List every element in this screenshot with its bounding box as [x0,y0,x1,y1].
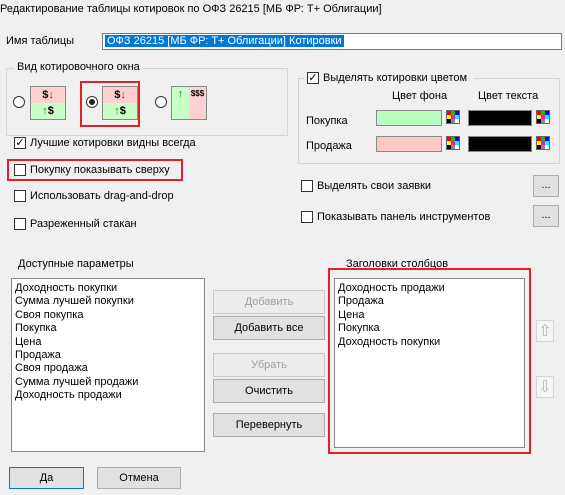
color-highlight-checkbox[interactable]: ✓ [307,72,319,84]
list-item[interactable]: Доходность продажи [338,282,521,295]
view-icon-side[interactable]: ↑ $$$ [171,86,207,120]
buy-text-palette-icon[interactable] [536,110,550,124]
sell-bg-palette-icon[interactable] [446,136,460,150]
buy-bg-palette-icon[interactable] [446,110,460,124]
table-name-input[interactable]: ОФЗ 26215 [МБ ФР: Т+ Облигации] Котировк… [102,33,562,50]
sell-bg-swatch[interactable] [376,136,442,152]
list-item[interactable]: Покупка [15,322,201,335]
list-item[interactable]: Покупка [338,322,521,335]
list-item[interactable]: Своя покупка [15,309,201,322]
best-quotes-checkbox[interactable]: ✓ [14,137,26,149]
view-icon-buy-top[interactable]: $↓ ↑$ [102,86,138,120]
show-toolbar-checkbox[interactable] [301,211,313,223]
add-button[interactable]: Добавить [213,290,325,314]
show-toolbar-label: Показывать панель инструментов [317,211,491,223]
row-sell-label: Продажа [306,140,352,152]
highlight-own-settings-button[interactable]: ... [533,175,559,197]
toolbar-settings-button[interactable]: ... [533,205,559,227]
color-group-title: Выделять котировки цветом [323,72,468,84]
highlight-own-checkbox[interactable] [301,180,313,192]
bg-color-header: Цвет фона [392,90,448,102]
list-item[interactable]: Цена [338,309,521,322]
row-buy-label: Покупка [306,115,348,127]
move-down-arrow-icon[interactable]: ⇩ [536,376,554,398]
buy-on-top-label: Покупку показывать сверху [30,164,170,176]
sparse-book-checkbox[interactable] [14,218,26,230]
reverse-button[interactable]: Перевернуть [213,413,325,437]
available-title: Доступные параметры [18,258,134,270]
list-item[interactable]: Цена [15,336,201,349]
view-icon-standard[interactable]: $↓ ↑$ [30,86,66,120]
window-title: Редактирование таблицы котировок по ОФЗ … [0,3,382,15]
available-list[interactable]: Доходность покупки Сумма лучшей покупки … [11,278,205,452]
sell-text-swatch[interactable] [468,136,532,152]
list-item[interactable]: Доходность покупки [338,336,521,349]
clear-button[interactable]: Очистить [213,379,325,403]
remove-button[interactable]: Убрать [213,353,325,377]
list-item[interactable]: Доходность покупки [15,282,201,295]
sparse-book-label: Разреженный стакан [30,218,137,230]
drag-drop-checkbox[interactable] [14,190,26,202]
sell-text-palette-icon[interactable] [536,136,550,150]
ok-button[interactable]: Да [9,467,84,489]
list-item[interactable]: Сумма лучшей покупки [15,295,201,308]
table-name-value: ОФЗ 26215 [МБ ФР: Т+ Облигации] Котировк… [105,35,344,47]
list-item[interactable]: Доходность продажи [15,389,201,402]
view-radio-1[interactable] [13,96,25,108]
drag-drop-label: Использовать drag-and-drop [30,190,174,202]
list-item[interactable]: Продажа [338,295,521,308]
table-name-label: Имя таблицы [6,35,75,47]
view-radio-3[interactable] [155,96,167,108]
buy-text-swatch[interactable] [468,110,532,126]
add-all-button[interactable]: Добавить все [213,316,325,340]
best-quotes-label: Лучшие котировки видны всегда [30,137,196,149]
view-group-title: Вид котировочного окна [14,61,143,73]
highlight-own-label: Выделять свои заявки [317,180,432,192]
buy-bg-swatch[interactable] [376,110,442,126]
view-radio-2[interactable] [86,96,98,108]
text-color-header: Цвет текста [478,90,539,102]
list-item[interactable]: Своя продажа [15,362,201,375]
columns-list[interactable]: Доходность продажи Продажа Цена Покупка … [334,278,525,448]
move-up-arrow-icon[interactable]: ⇧ [536,320,554,342]
list-item[interactable]: Продажа [15,349,201,362]
buy-on-top-checkbox[interactable] [14,164,26,176]
cancel-button[interactable]: Отмена [97,467,181,489]
list-item[interactable]: Сумма лучшей продажи [15,376,201,389]
